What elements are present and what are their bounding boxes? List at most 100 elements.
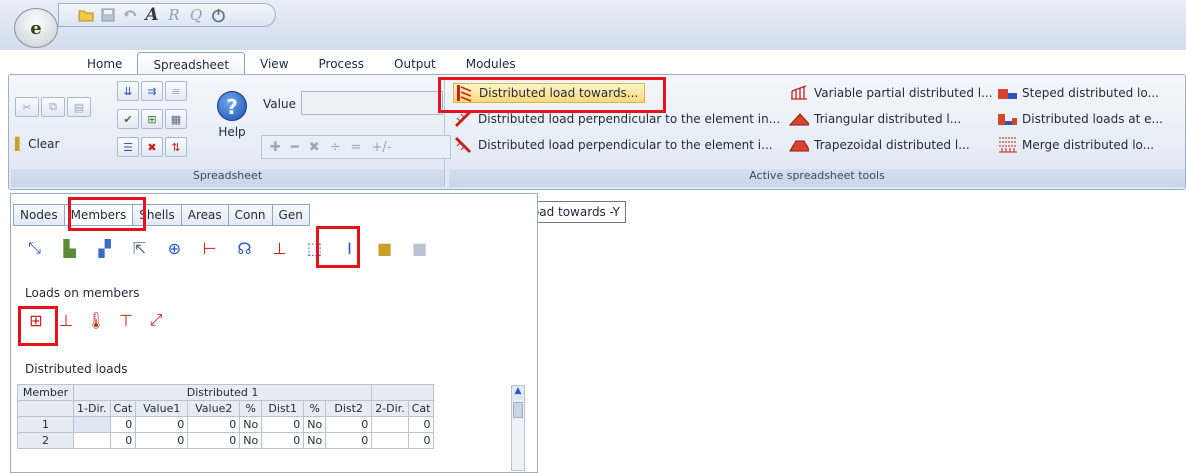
- insert-rows-all-icon[interactable]: ⇉: [141, 81, 163, 101]
- equals-icon[interactable]: =: [351, 140, 362, 155]
- temperature-icon[interactable]: 🌡: [81, 308, 111, 332]
- row-number[interactable]: 1: [17, 416, 74, 433]
- table-cell[interactable]: [73, 416, 111, 433]
- distributed-load-perp-in-button[interactable]: Distributed load perpendicular to the el…: [453, 109, 780, 129]
- table-cell[interactable]: 0: [325, 416, 373, 433]
- table-cell[interactable]: 0: [135, 416, 189, 433]
- check-icon[interactable]: ✔: [117, 109, 139, 129]
- delete-icon[interactable]: ✖: [141, 137, 163, 157]
- tab-spreadsheet[interactable]: Spreadsheet: [137, 52, 246, 76]
- point-load-icon[interactable]: ⊥: [51, 308, 81, 332]
- copy-icon[interactable]: ⧉: [41, 97, 65, 117]
- moment-load-icon[interactable]: ⊤: [111, 308, 141, 332]
- tab-areas[interactable]: Areas: [180, 204, 228, 226]
- scroll-up-icon[interactable]: ▲: [512, 386, 524, 400]
- table-cell[interactable]: 0: [187, 432, 241, 449]
- member-beam-icon[interactable]: I: [332, 236, 367, 260]
- member-disabled-icon[interactable]: ■: [402, 236, 437, 260]
- insert-rows-icon[interactable]: ⇊: [117, 81, 139, 101]
- table-cell[interactable]: [73, 432, 111, 449]
- member-offset-icon[interactable]: ⊢: [192, 236, 227, 260]
- col-header: 1-Dir.: [73, 400, 111, 417]
- help-icon: ?: [217, 91, 247, 121]
- member-axes-icon[interactable]: ⤡: [17, 236, 52, 260]
- table-row[interactable]: 1 0 0 0 No 0 No 0 0: [17, 416, 435, 433]
- tab-modules[interactable]: Modules: [451, 52, 531, 76]
- table-cell[interactable]: No: [303, 432, 327, 449]
- preview-icon[interactable]: Q: [187, 6, 205, 24]
- plus-minus-icon[interactable]: +/-: [371, 140, 391, 155]
- bold-a-icon[interactable]: A: [143, 5, 161, 25]
- tool-label: Variable partial distributed l...: [814, 86, 993, 100]
- table-cell[interactable]: 0: [407, 432, 435, 449]
- undo-icon[interactable]: [121, 6, 139, 24]
- table-cell[interactable]: [371, 416, 409, 433]
- member-rotation-icon[interactable]: ☊: [227, 236, 262, 260]
- member-design-icon[interactable]: ■: [367, 236, 402, 260]
- list-icon[interactable]: ☰: [117, 137, 139, 157]
- member-supports-icon[interactable]: ⊕: [157, 236, 192, 260]
- tab-output[interactable]: Output: [379, 52, 451, 76]
- distributed-load-towards-button[interactable]: Distributed load towards...: [453, 83, 646, 103]
- power-icon[interactable]: [209, 6, 227, 24]
- tab-gen[interactable]: Gen: [271, 204, 310, 226]
- delete-rows-icon[interactable]: ≡: [165, 81, 187, 101]
- table-scrollbar[interactable]: ▲: [511, 385, 525, 471]
- triangular-button[interactable]: Triangular distributed l...: [789, 109, 961, 129]
- tab-conn[interactable]: Conn: [227, 204, 272, 226]
- table-cell[interactable]: 0: [187, 416, 241, 433]
- tab-process[interactable]: Process: [304, 52, 380, 76]
- value-input[interactable]: [301, 91, 443, 115]
- table-cell[interactable]: [371, 432, 409, 449]
- clear-button[interactable]: ▌ Clear: [15, 137, 59, 151]
- table-row[interactable]: 2 0 0 0 No 0 No 0 0: [17, 432, 435, 449]
- scroll-thumb[interactable]: [513, 402, 523, 418]
- sort-icon[interactable]: ⇅: [165, 137, 187, 157]
- table-cell[interactable]: 0: [135, 432, 189, 449]
- member-section-icon[interactable]: ▙: [52, 236, 87, 260]
- cut-icon[interactable]: ✂: [15, 97, 39, 117]
- tab-nodes[interactable]: Nodes: [13, 204, 64, 226]
- select-icon[interactable]: ▦: [165, 109, 187, 129]
- variable-partial-button[interactable]: Variable partial distributed l...: [789, 83, 993, 103]
- distributed-at-ends-button[interactable]: Distributed loads at e...: [997, 109, 1163, 129]
- table-cell[interactable]: No: [239, 432, 263, 449]
- table-cell[interactable]: 0: [407, 416, 435, 433]
- merge-distributed-button[interactable]: Merge distributed lo...: [997, 135, 1154, 155]
- table-cell[interactable]: 0: [325, 432, 373, 449]
- application-menu-button[interactable]: e: [14, 8, 58, 48]
- table-cell[interactable]: 0: [109, 432, 137, 449]
- table-cell[interactable]: 0: [261, 416, 305, 433]
- add-row-icon[interactable]: ⊞: [141, 109, 163, 129]
- report-icon[interactable]: R: [165, 6, 183, 24]
- distributed-load-perp-i-button[interactable]: Distributed load perpendicular to the el…: [453, 135, 773, 155]
- table-cell[interactable]: 0: [261, 432, 305, 449]
- tab-view[interactable]: View: [245, 52, 303, 76]
- table-cell[interactable]: No: [239, 416, 263, 433]
- tab-members[interactable]: Members: [63, 204, 133, 226]
- member-3d-icon[interactable]: ⬚: [297, 236, 332, 260]
- member-material-icon[interactable]: ▞: [87, 236, 122, 260]
- save-icon[interactable]: [99, 6, 117, 24]
- tab-home[interactable]: Home: [72, 52, 137, 76]
- trapezoidal-button[interactable]: Trapezoidal distributed l...: [789, 135, 970, 155]
- col-header: Dist1: [261, 400, 305, 417]
- member-releases-icon[interactable]: ⇱: [122, 236, 157, 260]
- plus-icon[interactable]: ✚: [270, 140, 281, 155]
- distributed-loads-icon[interactable]: ⊞: [21, 308, 51, 332]
- imposed-displacement-icon[interactable]: ⤢: [141, 308, 171, 332]
- panel-tabs: Nodes Members Shells Areas Conn Gen: [13, 204, 310, 226]
- paste-icon[interactable]: ▤: [67, 97, 91, 117]
- row-number[interactable]: 2: [17, 432, 74, 449]
- table-cell[interactable]: No: [303, 416, 327, 433]
- table-cell[interactable]: 0: [109, 416, 137, 433]
- steped-button[interactable]: Steped distributed lo...: [997, 83, 1159, 103]
- divide-icon[interactable]: ÷: [330, 140, 341, 155]
- tab-shells[interactable]: Shells: [132, 204, 181, 226]
- open-folder-icon[interactable]: [77, 6, 95, 24]
- member-loads-icon[interactable]: ⊥: [262, 236, 297, 260]
- multiply-icon[interactable]: ✖: [309, 140, 320, 155]
- tool-label: Trapezoidal distributed l...: [814, 138, 970, 152]
- minus-icon[interactable]: ━: [291, 140, 299, 155]
- help-button[interactable]: ? Help: [209, 83, 255, 153]
